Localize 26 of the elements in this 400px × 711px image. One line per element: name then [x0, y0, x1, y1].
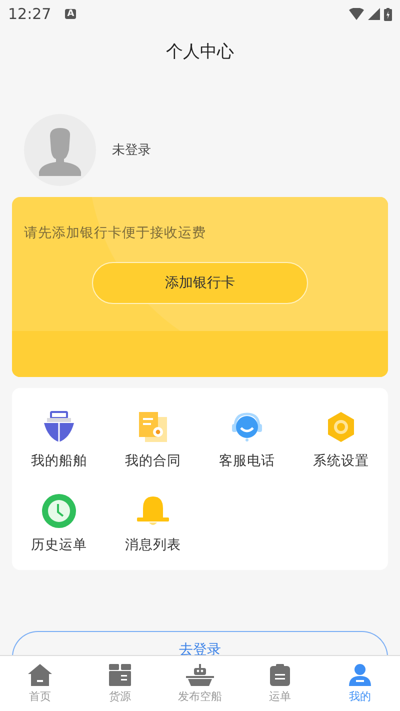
box-icon	[109, 664, 131, 686]
document-icon[interactable]	[139, 410, 167, 444]
battery-icon	[384, 8, 392, 20]
headset-icon[interactable]	[231, 410, 263, 444]
status-time: 12:27	[8, 5, 52, 23]
menu-label[interactable]: 历史运单	[31, 536, 87, 554]
hexagon-nut-icon[interactable]	[328, 410, 354, 444]
clipboard-icon	[270, 664, 290, 686]
menu-label[interactable]: 消息列表	[125, 536, 181, 554]
menu-label[interactable]: 我的合同	[125, 452, 181, 470]
ship-icon	[186, 664, 214, 686]
clock-icon[interactable]	[42, 494, 76, 528]
keyboard-indicator: A	[65, 9, 76, 19]
bell-icon[interactable]	[137, 494, 169, 528]
ship-icon[interactable]	[42, 410, 76, 444]
person-icon	[349, 664, 371, 686]
signal-icon	[368, 8, 380, 20]
user-name: 未登录	[112, 142, 151, 159]
menu-label[interactable]: 我的船舶	[31, 452, 87, 470]
menu-label[interactable]: 客服电话	[219, 452, 275, 470]
add-bank-card-button[interactable]: 添加银行卡	[92, 262, 308, 304]
bank-card-hint: 请先添加银行卡便于接收运费	[24, 224, 206, 242]
page-title: 个人中心	[165, 41, 235, 64]
house-icon	[28, 664, 52, 686]
wifi-icon	[349, 8, 364, 20]
menu-label[interactable]: 系统设置	[313, 452, 369, 470]
